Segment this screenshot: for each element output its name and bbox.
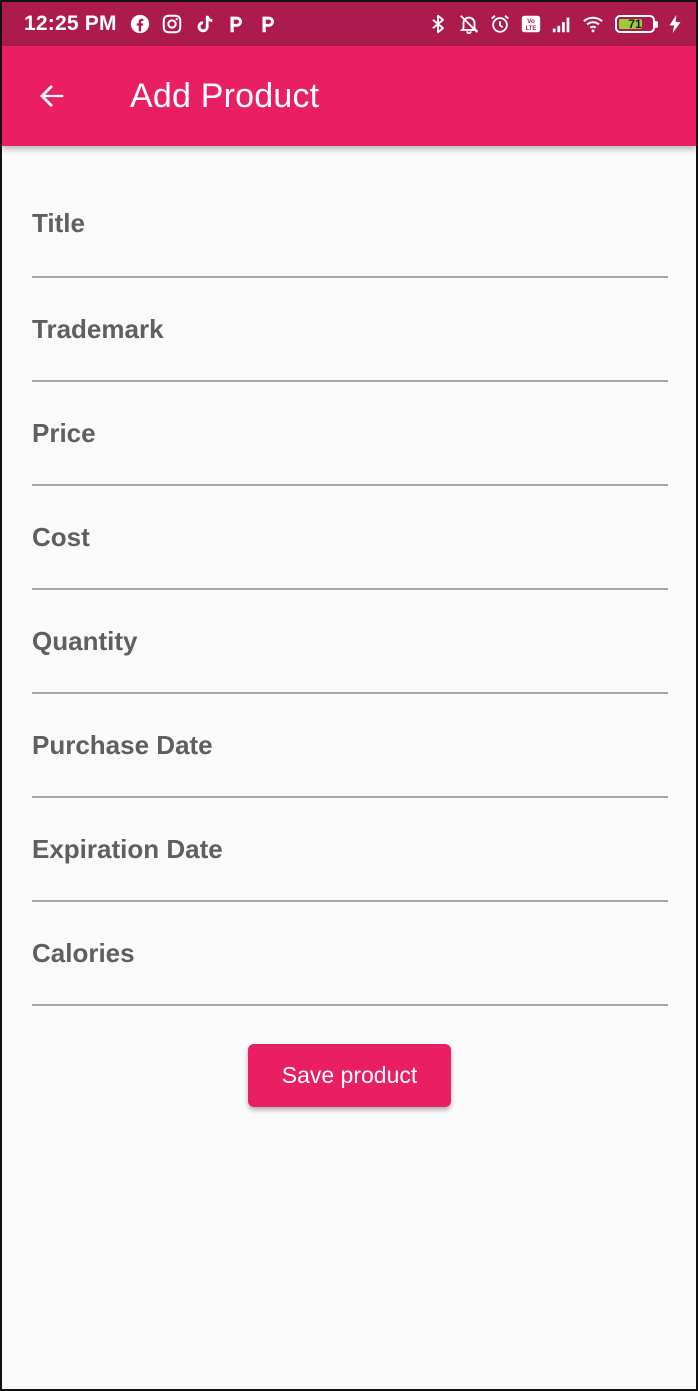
purchase-date-field[interactable]: Purchase Date — [32, 694, 668, 798]
notifications-off-icon — [458, 13, 480, 35]
trademark-input[interactable] — [32, 278, 668, 380]
status-time: 12:25 PM — [24, 12, 117, 35]
title-input[interactable] — [32, 172, 668, 276]
expiration-date-field[interactable]: Expiration Date — [32, 798, 668, 902]
price-field[interactable]: Price — [32, 382, 668, 486]
page-title: Add Product — [130, 76, 320, 115]
battery-level: 71 — [628, 17, 642, 31]
notification-icons — [129, 13, 279, 35]
svg-text:Vo: Vo — [527, 18, 535, 25]
calories-input[interactable] — [32, 902, 668, 1004]
facebook-icon — [129, 13, 151, 35]
instagram-icon — [161, 13, 183, 35]
battery-indicator: 71 — [615, 15, 658, 33]
calories-field[interactable]: Calories — [32, 902, 668, 1006]
svg-text:LTE: LTE — [526, 26, 537, 32]
alarm-icon — [489, 13, 511, 35]
expiration-date-input[interactable] — [32, 798, 668, 900]
cost-input[interactable] — [32, 486, 668, 588]
volte-icon: Vo LTE — [520, 13, 542, 35]
quantity-field[interactable]: Quantity — [32, 590, 668, 694]
trademark-field[interactable]: Trademark — [32, 278, 668, 382]
arrow-back-icon — [39, 84, 64, 108]
system-icons: Vo LTE 71 — [427, 13, 686, 35]
price-input[interactable] — [32, 382, 668, 484]
phone-screen: 12:25 PM Vo LTE 71 Add Product Title Tra… — [0, 0, 698, 1391]
title-field[interactable]: Title — [32, 172, 668, 278]
add-product-form: Title Trademark Price Cost Quantity Purc… — [32, 172, 668, 1006]
charging-icon — [664, 13, 686, 35]
quantity-input[interactable] — [32, 590, 668, 692]
p-app-icon — [225, 13, 247, 35]
wifi-icon — [582, 13, 604, 35]
app-bar: Add Product — [2, 46, 696, 146]
p-app-icon — [257, 13, 279, 35]
purchase-date-input[interactable] — [32, 694, 668, 796]
bluetooth-icon — [427, 13, 449, 35]
signal-icon — [551, 13, 573, 35]
save-product-button[interactable]: Save product — [248, 1044, 451, 1107]
status-bar: 12:25 PM Vo LTE 71 — [2, 2, 696, 46]
cost-field[interactable]: Cost — [32, 486, 668, 590]
back-button[interactable] — [24, 68, 80, 124]
tiktok-icon — [193, 13, 215, 35]
